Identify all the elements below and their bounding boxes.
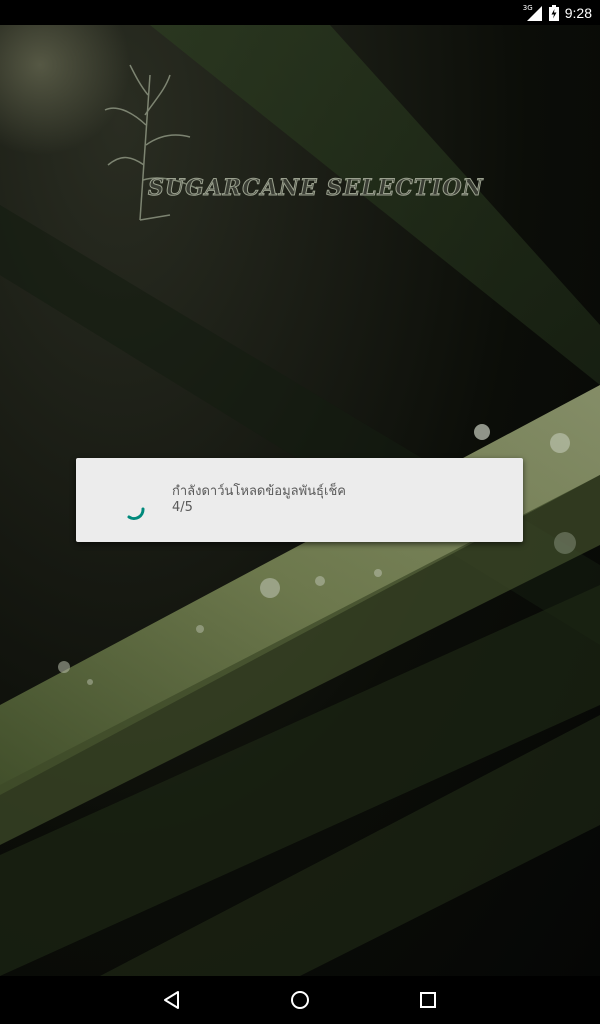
app-screen: 3G 9:28 SUGARCANE SELECTION กำลังดาว์นโห… (0, 0, 600, 1024)
dialog-message: กำลังดาว์นโหลดข้อมูลพันธุ์เช็ค (172, 484, 346, 499)
battery-icon (548, 4, 559, 21)
recents-button[interactable] (398, 976, 458, 1024)
clock: 9:28 (564, 4, 592, 21)
app-title: SUGARCANE SELECTION (148, 175, 484, 202)
loading-spinner-icon (127, 507, 145, 521)
home-button[interactable] (270, 976, 330, 1024)
back-button[interactable] (142, 976, 202, 1024)
recents-icon (420, 992, 436, 1008)
dialog-progress-count: 4/5 (172, 500, 193, 515)
dialog-text: กำลังดาว์นโหลดข้อมูลพันธุ์เช็ค 4/5 (172, 484, 346, 516)
home-icon (291, 991, 309, 1009)
network-type-label: 3G (522, 3, 533, 12)
signal-icon: 3G (523, 4, 543, 22)
navigation-bar (0, 976, 600, 1024)
back-icon (164, 991, 179, 1009)
app-logo: SUGARCANE SELECTION (100, 55, 500, 230)
status-bar: 3G 9:28 (0, 0, 600, 25)
status-icons: 3G 9:28 (523, 0, 592, 25)
